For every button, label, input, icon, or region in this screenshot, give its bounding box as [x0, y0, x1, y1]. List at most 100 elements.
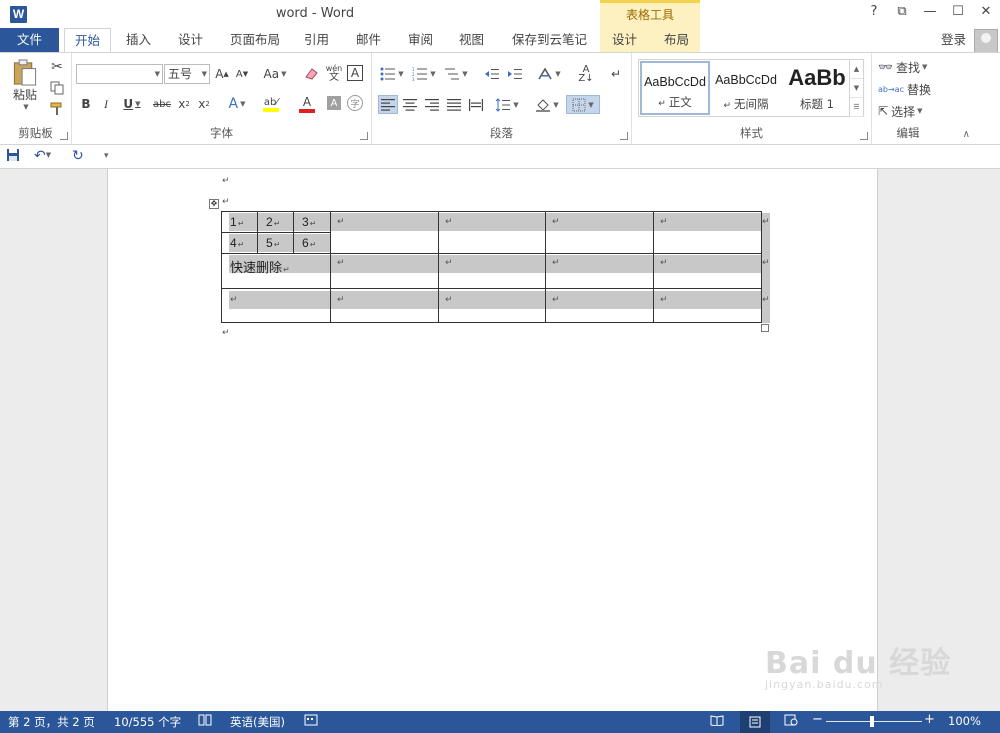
- character-shading-icon[interactable]: A: [327, 96, 341, 110]
- style-normal[interactable]: AaBbCcDd ↵ 正文: [640, 61, 710, 115]
- gallery-up-icon[interactable]: ▲: [850, 60, 863, 79]
- table-resize-handle[interactable]: [761, 324, 769, 332]
- styles-launcher-icon[interactable]: [860, 132, 868, 140]
- line-spacing-icon[interactable]: ▼: [492, 95, 522, 114]
- page-count-status[interactable]: 第 2 页，共 2 页: [8, 714, 95, 730]
- table-move-handle-icon[interactable]: ✥: [209, 199, 219, 209]
- distributed-align-icon[interactable]: [466, 95, 486, 114]
- clipboard-launcher-icon[interactable]: [60, 132, 68, 140]
- collapse-ribbon-icon[interactable]: ∧: [963, 129, 970, 140]
- redo-icon[interactable]: ↻: [72, 148, 84, 164]
- sign-in-link[interactable]: 登录: [941, 28, 966, 52]
- highlight-color-icon[interactable]: ab⁄: [256, 94, 286, 114]
- cell-end-mark: ↵: [337, 295, 345, 305]
- customize-qat-icon[interactable]: ▾: [104, 151, 109, 161]
- tab-references[interactable]: 引用: [294, 28, 339, 52]
- macro-recording-icon[interactable]: [304, 714, 318, 729]
- style-no-spacing[interactable]: AaBbCcDd ↵ 无间隔: [711, 61, 781, 115]
- justify-button[interactable]: [444, 95, 464, 114]
- print-layout-icon[interactable]: [740, 711, 770, 733]
- zoom-level[interactable]: 100%: [948, 714, 981, 728]
- paragraph-launcher-icon[interactable]: [620, 132, 628, 140]
- zoom-out-button[interactable]: −: [812, 712, 823, 727]
- font-size-combo[interactable]: 五号 ▼: [164, 64, 210, 84]
- borders-icon[interactable]: ▼: [566, 95, 600, 114]
- gallery-down-icon[interactable]: ▼: [850, 79, 863, 98]
- tab-mailings[interactable]: 邮件: [346, 28, 391, 52]
- paragraph-group: ▼ 1 2 3 ▼ ▼ ▼ A Z↓ ↵ ▼ ▼ ▼ 段落: [372, 53, 632, 144]
- show-formatting-marks-icon[interactable]: ↵: [608, 65, 624, 83]
- tab-view[interactable]: 视图: [449, 28, 494, 52]
- close-button[interactable]: ✕: [972, 4, 1000, 19]
- strikethrough-icon[interactable]: abc: [152, 95, 172, 113]
- select-button[interactable]: ⇱ 选择 ▼: [878, 102, 922, 120]
- tab-home[interactable]: 开始: [64, 28, 112, 53]
- maximize-button[interactable]: ☐: [944, 4, 972, 19]
- save-icon[interactable]: [6, 148, 20, 166]
- bullets-icon[interactable]: ▼: [378, 65, 406, 83]
- numbering-icon[interactable]: 1 2 3 ▼: [410, 65, 438, 83]
- chinese-layout-icon[interactable]: ▼: [534, 65, 564, 83]
- increase-indent-icon[interactable]: [505, 65, 525, 83]
- undo-icon[interactable]: ↶ ▼: [34, 148, 51, 164]
- proofing-icon[interactable]: [198, 714, 212, 729]
- enclose-characters-icon[interactable]: 字: [347, 95, 363, 111]
- text-effects-icon[interactable]: A ▼: [224, 95, 250, 113]
- style-heading-1[interactable]: AaBb 标题 1: [782, 61, 852, 115]
- shrink-font-icon[interactable]: A ▼: [233, 65, 251, 83]
- character-border-icon[interactable]: A: [347, 65, 363, 81]
- cell-end-mark: ↵: [660, 295, 668, 305]
- find-label: 查找: [895, 60, 920, 75]
- grow-font-icon[interactable]: A ▲: [213, 65, 231, 83]
- web-layout-icon[interactable]: [784, 714, 798, 729]
- shading-icon[interactable]: ▼: [532, 95, 562, 114]
- font-launcher-icon[interactable]: [360, 132, 368, 140]
- font-group: ▼ 五号 ▼ A ▲ A ▼ Aa ▼ wén 文 A B I U ▼ abc x2 x2…: [72, 53, 372, 144]
- clipboard-icon: [13, 59, 37, 86]
- phonetic-guide-icon[interactable]: wén 文: [324, 62, 344, 84]
- cell-end-mark: ↵: [445, 295, 453, 305]
- zoom-in-button[interactable]: +: [924, 712, 935, 727]
- cut-icon[interactable]: ✂: [48, 58, 66, 76]
- font-color-icon[interactable]: A: [292, 94, 322, 114]
- subscript-icon[interactable]: x2: [176, 95, 192, 113]
- ribbon-display-options-button[interactable]: ⧉: [888, 4, 916, 19]
- zoom-slider[interactable]: [826, 721, 922, 722]
- clear-formatting-icon[interactable]: [302, 65, 320, 83]
- tab-insert[interactable]: 插入: [116, 28, 161, 52]
- change-case-button[interactable]: Aa ▼: [260, 65, 290, 83]
- help-button[interactable]: ?: [860, 4, 888, 19]
- avatar[interactable]: [974, 29, 998, 53]
- decrease-indent-icon[interactable]: [482, 65, 502, 83]
- tab-design[interactable]: 设计: [168, 28, 213, 52]
- tab-review[interactable]: 审阅: [398, 28, 443, 52]
- zoom-slider-thumb[interactable]: [870, 716, 874, 727]
- align-left-button[interactable]: [378, 95, 398, 114]
- paste-button[interactable]: 粘贴 ▼: [8, 59, 42, 111]
- italic-button[interactable]: I: [98, 95, 114, 113]
- align-center-button[interactable]: [400, 95, 420, 114]
- word-count-status[interactable]: 10/555 个字: [114, 714, 181, 730]
- font-name-combo[interactable]: ▼: [76, 64, 163, 84]
- read-mode-icon[interactable]: [710, 714, 724, 729]
- tab-file[interactable]: 文件: [0, 28, 59, 52]
- tab-table-layout[interactable]: 布局: [654, 28, 699, 52]
- align-right-button[interactable]: [422, 95, 442, 114]
- find-button[interactable]: 👓 查找 ▼: [878, 58, 927, 76]
- sort-icon[interactable]: A Z↓: [576, 65, 596, 84]
- paragraph-mark: ↵: [222, 197, 230, 207]
- gallery-more-icon[interactable]: ☰: [850, 98, 863, 117]
- replace-button[interactable]: ab→ac 替换: [878, 80, 931, 98]
- superscript-icon[interactable]: x2: [196, 95, 212, 113]
- underline-button[interactable]: U ▼: [120, 95, 144, 113]
- format-painter-icon[interactable]: [48, 100, 66, 118]
- language-status[interactable]: 英语(美国): [230, 714, 285, 730]
- minimize-button[interactable]: —: [916, 4, 944, 19]
- tab-save-to-cloud-notes[interactable]: 保存到云笔记: [502, 28, 597, 52]
- tab-page-layout[interactable]: 页面布局: [220, 28, 290, 52]
- tab-table-design[interactable]: 设计: [602, 28, 647, 52]
- ribbon-tab-bar: 文件 开始 插入 设计 页面布局 引用 邮件 审阅 视图 保存到云笔记 设计 布…: [0, 28, 1000, 53]
- copy-icon[interactable]: [48, 79, 66, 97]
- multilevel-list-icon[interactable]: ▼: [442, 65, 470, 83]
- bold-button[interactable]: B: [78, 95, 94, 113]
